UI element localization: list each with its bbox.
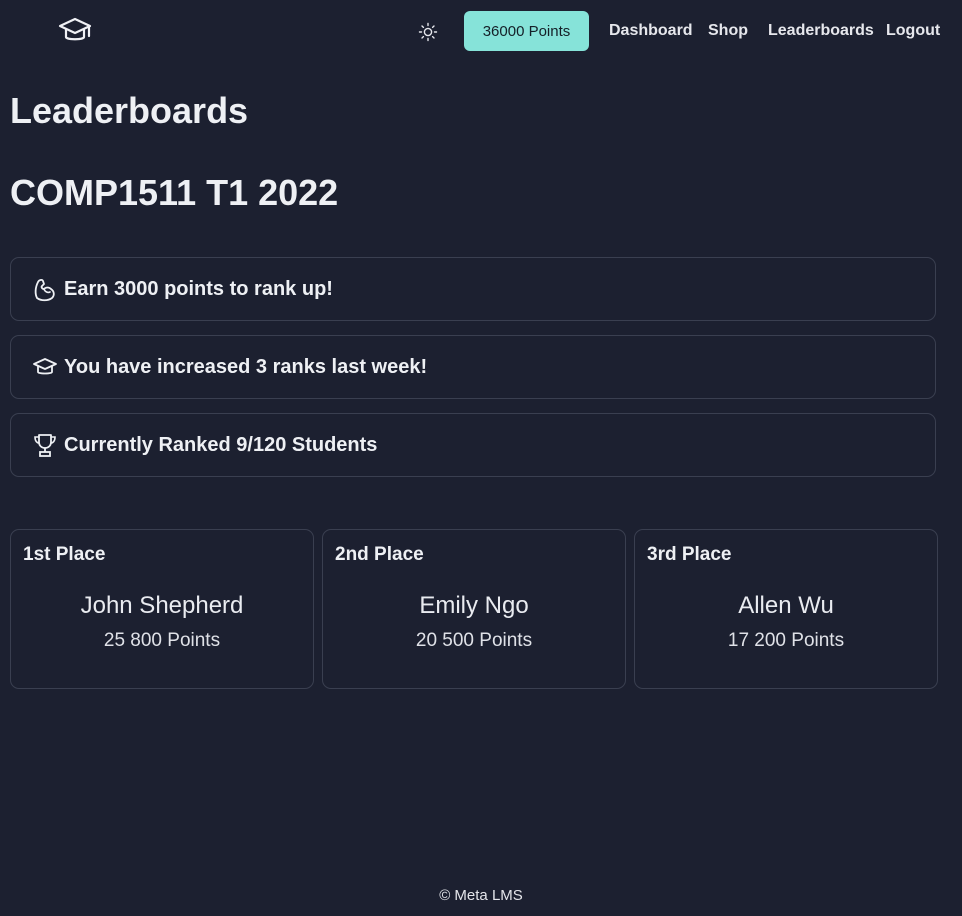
nav-link-leaderboards[interactable]: Leaderboards	[768, 22, 874, 40]
student-name: John Shepherd	[80, 592, 244, 619]
flexed-bicep-icon	[32, 276, 58, 302]
footer-copyright: © Meta LMS	[439, 887, 523, 904]
podium-card-second: 2nd Place Emily Ngo 20 500 Points	[322, 529, 626, 689]
points-label: 36000 Points	[482, 22, 571, 40]
place-label: 3rd Place	[647, 544, 732, 565]
graduation-cap-icon[interactable]	[58, 16, 92, 46]
podium-card-first: 1st Place John Shepherd 25 800 Points	[10, 529, 314, 689]
graduation-cap-icon	[32, 354, 58, 380]
student-points: 20 500 Points	[415, 630, 533, 651]
points-button[interactable]: 36000 Points	[464, 11, 589, 51]
nav-link-dashboard[interactable]: Dashboard	[609, 22, 693, 40]
trophy-icon	[32, 432, 58, 458]
student-points: 25 800 Points	[103, 630, 221, 651]
place-label: 2nd Place	[335, 544, 424, 565]
rank-increase-text: You have increased 3 ranks last week!	[64, 355, 428, 378]
navbar: 36000 Points Dashboard Shop Leaderboards…	[0, 0, 962, 64]
current-rank-text: Currently Ranked 9/120 Students	[64, 433, 378, 456]
rank-increase-card: You have increased 3 ranks last week!	[10, 335, 936, 399]
podium-card-third: 3rd Place Allen Wu 17 200 Points	[634, 529, 938, 689]
student-name: Emily Ngo	[419, 592, 529, 619]
current-rank-card: Currently Ranked 9/120 Students	[10, 413, 936, 477]
sun-icon[interactable]	[418, 22, 438, 42]
course-title: COMP1511 T1 2022	[10, 172, 339, 213]
student-points: 17 200 Points	[727, 630, 845, 651]
place-label: 1st Place	[23, 544, 106, 565]
page-title: Leaderboards	[10, 90, 249, 131]
rank-up-card: Earn 3000 points to rank up!	[10, 257, 936, 321]
nav-link-logout[interactable]: Logout	[886, 22, 940, 40]
student-name: Allen Wu	[738, 592, 834, 619]
nav-link-shop[interactable]: Shop	[708, 22, 748, 40]
rank-up-text: Earn 3000 points to rank up!	[64, 277, 333, 300]
